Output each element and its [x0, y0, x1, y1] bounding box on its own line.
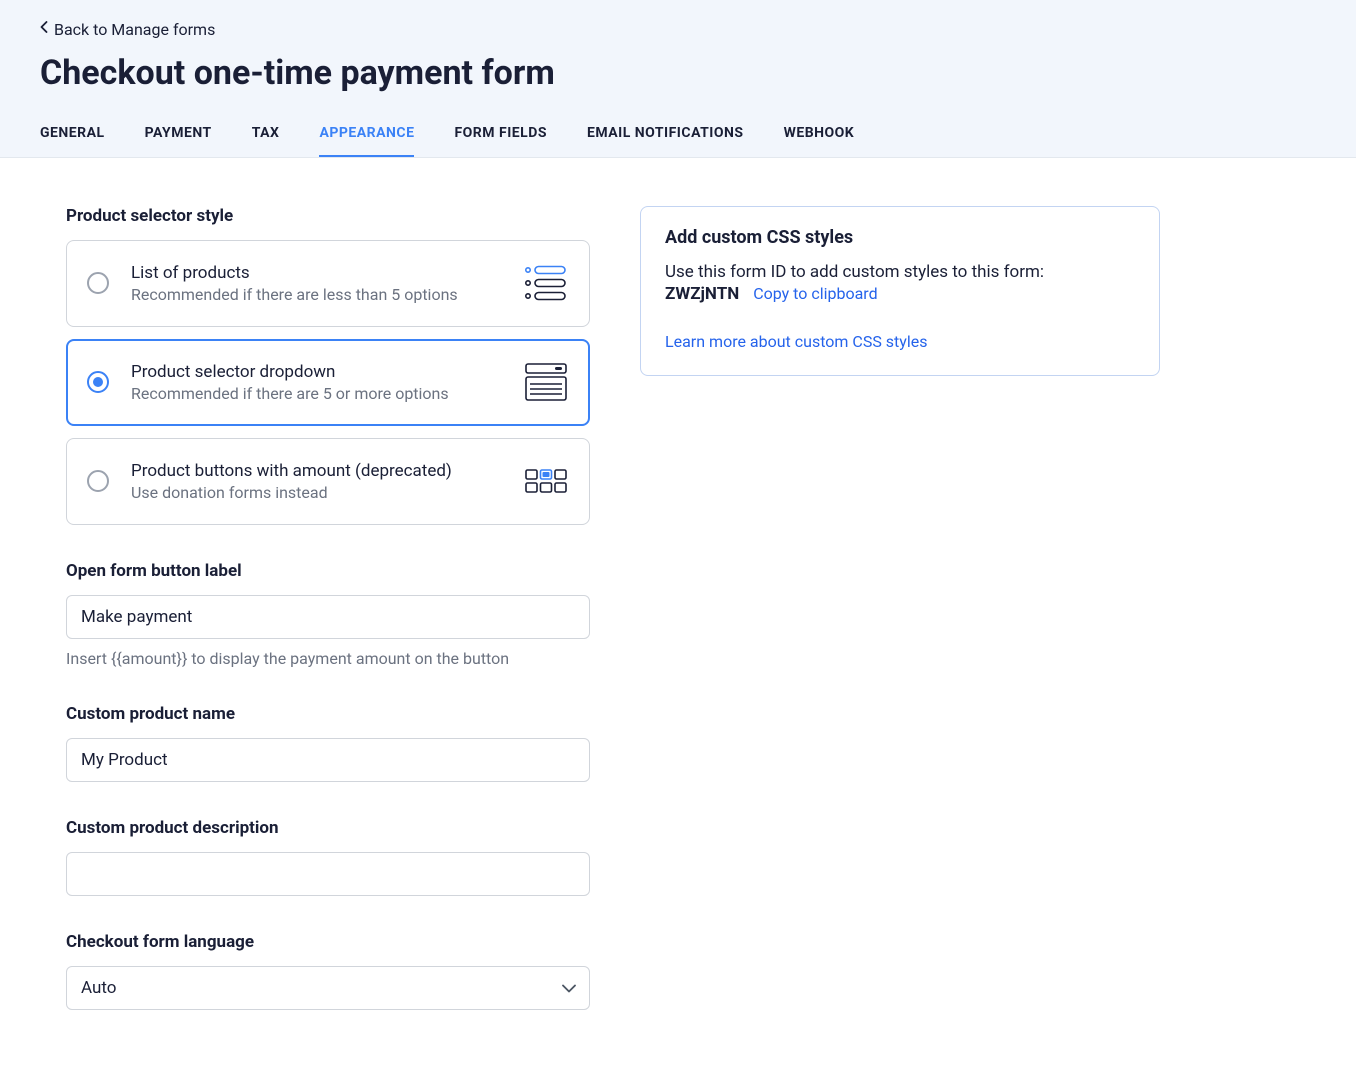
open-form-button-label-input[interactable] — [66, 595, 590, 639]
tab-bar: GENERAL PAYMENT TAX APPEARANCE FORM FIEL… — [40, 117, 1316, 157]
radio-product-buttons[interactable]: Product buttons with amount (deprecated)… — [66, 438, 590, 525]
button-label-heading: Open form button label — [66, 561, 590, 581]
form-id: ZWZjNTN — [665, 284, 739, 304]
css-box-text: Use this form ID to add custom styles to… — [665, 262, 1135, 282]
dropdown-icon — [523, 363, 569, 401]
radio-sub: Use donation forms instead — [131, 483, 501, 502]
custom-product-name-input[interactable] — [66, 738, 590, 782]
checkout-language-select[interactable]: Auto — [66, 966, 590, 1010]
radio-title: Product selector dropdown — [131, 362, 501, 382]
radio-title: Product buttons with amount (deprecated) — [131, 461, 501, 481]
selector-style-label: Product selector style — [66, 206, 590, 226]
radio-title: List of products — [131, 263, 501, 283]
grid-icon — [523, 469, 569, 493]
tab-payment[interactable]: PAYMENT — [145, 117, 212, 157]
custom-css-box: Add custom CSS styles Use this form ID t… — [640, 206, 1160, 376]
button-label-helper: Insert {{amount}} to display the payment… — [66, 649, 590, 668]
tab-form-fields[interactable]: FORM FIELDS — [454, 117, 547, 157]
back-link[interactable]: Back to Manage forms — [40, 20, 215, 39]
radio-icon — [87, 371, 109, 393]
chevron-left-icon — [40, 21, 48, 37]
custom-product-description-input[interactable] — [66, 852, 590, 896]
radio-list-of-products[interactable]: List of products Recommended if there ar… — [66, 240, 590, 327]
tab-email-notifications[interactable]: EMAIL NOTIFICATIONS — [587, 117, 744, 157]
tab-general[interactable]: GENERAL — [40, 117, 105, 157]
radio-sub: Recommended if there are less than 5 opt… — [131, 285, 501, 304]
tab-appearance[interactable]: APPEARANCE — [319, 117, 414, 157]
radio-product-selector-dropdown[interactable]: Product selector dropdown Recommended if… — [66, 339, 590, 426]
tab-webhook[interactable]: WEBHOOK — [784, 117, 855, 157]
product-name-heading: Custom product name — [66, 704, 590, 724]
radio-sub: Recommended if there are 5 or more optio… — [131, 384, 501, 403]
learn-more-css-link[interactable]: Learn more about custom CSS styles — [665, 332, 927, 351]
list-icon — [523, 265, 569, 301]
product-desc-heading: Custom product description — [66, 818, 590, 838]
css-box-title: Add custom CSS styles — [665, 227, 1135, 248]
language-heading: Checkout form language — [66, 932, 590, 952]
back-link-label: Back to Manage forms — [54, 20, 215, 39]
tab-tax[interactable]: TAX — [252, 117, 280, 157]
radio-icon — [87, 470, 109, 492]
page-title: Checkout one-time payment form — [40, 53, 1316, 93]
radio-icon — [87, 272, 109, 294]
copy-to-clipboard-link[interactable]: Copy to clipboard — [753, 284, 877, 303]
